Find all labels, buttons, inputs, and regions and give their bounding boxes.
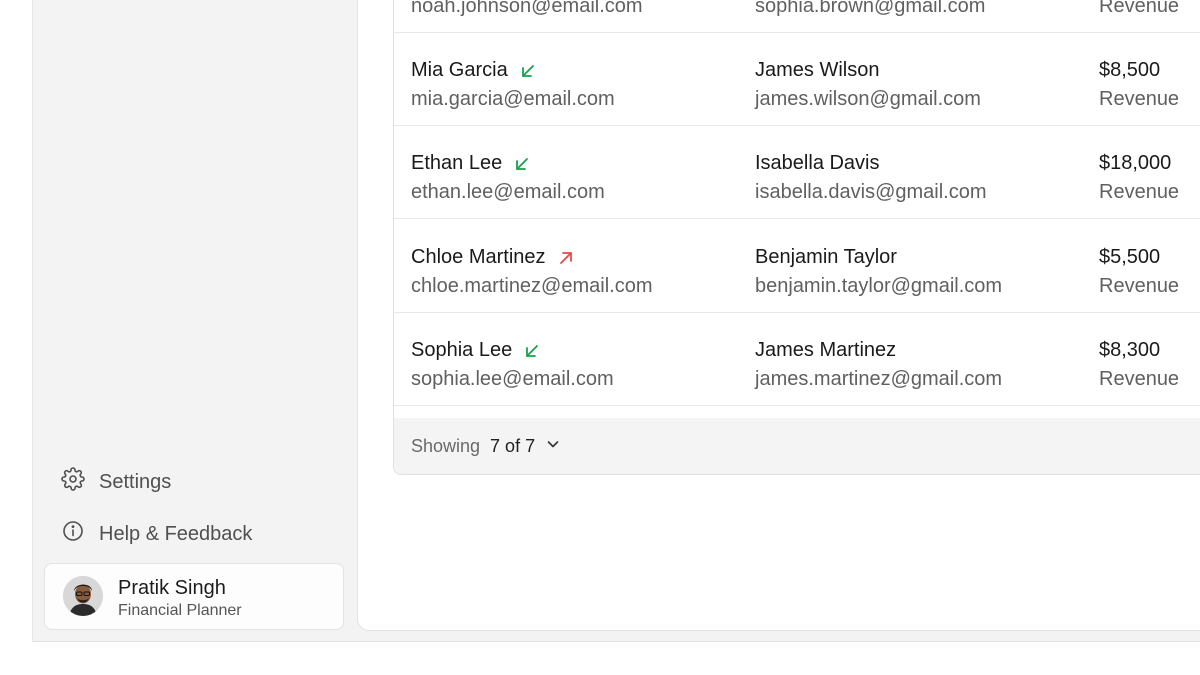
amount-value: $5,500 — [1099, 246, 1161, 268]
client-name-wrap: Mia Garcia — [411, 59, 537, 82]
client-email: mia.garcia@email.com — [411, 88, 615, 110]
contact-email: benjamin.taylor@gmail.com — [755, 275, 1003, 297]
client-name: Chloe Martinez — [411, 246, 546, 268]
table-footer: Showing 7 of 7 — [394, 418, 1200, 474]
amount-label: Revenue — [1099, 275, 1180, 297]
table-row[interactable]: Ethan Lee ethan.lee@email.com Isabella D… — [394, 125, 1200, 219]
sidebar: Settings Help & Feedback Pratik Singh Fi… — [33, 0, 357, 642]
gear-icon — [61, 467, 85, 497]
client-name-wrap: Ethan Lee — [411, 152, 531, 175]
app-window: Settings Help & Feedback Pratik Singh Fi… — [32, 0, 1200, 642]
client-email: noah.johnson@email.com — [411, 0, 643, 17]
amount-label: Revenue — [1099, 181, 1180, 203]
avatar — [63, 576, 103, 616]
contact-email: james.martinez@gmail.com — [755, 368, 1003, 390]
contact-name: Isabella Davis — [755, 152, 880, 174]
client-name-wrap: Sophia Lee — [411, 339, 541, 362]
arrow-down-left-icon — [523, 342, 541, 360]
arrow-down-left-icon — [513, 155, 531, 173]
contact-name: James Martinez — [755, 339, 897, 361]
client-name: Sophia Lee — [411, 339, 513, 361]
amount-value: $18,000 — [1099, 152, 1172, 174]
info-icon — [61, 519, 85, 549]
client-email: chloe.martinez@email.com — [411, 275, 653, 297]
contact-email: isabella.davis@gmail.com — [755, 181, 987, 203]
main-content: noah.johnson@email.com sophia.brown@gmai… — [357, 0, 1200, 631]
contact-name: James Wilson — [755, 59, 880, 81]
client-email: ethan.lee@email.com — [411, 181, 605, 203]
client-name: Ethan Lee — [411, 152, 503, 174]
profile-role: Financial Planner — [118, 602, 242, 619]
table-row[interactable]: Sophia Lee sophia.lee@email.com James Ma… — [394, 312, 1200, 406]
sidebar-item-settings[interactable]: Settings — [61, 466, 171, 498]
amount-label: Revenue — [1099, 88, 1180, 110]
arrow-up-right-icon — [557, 249, 575, 267]
table-row[interactable]: noah.johnson@email.com sophia.brown@gmai… — [394, 0, 1200, 33]
chevron-down-icon[interactable] — [535, 436, 561, 457]
sidebar-item-label: Settings — [99, 470, 172, 493]
showing-label: Showing — [411, 435, 481, 456]
amount-value: $8,500 — [1099, 59, 1161, 81]
table-row[interactable]: Mia Garcia mia.garcia@email.com James Wi… — [394, 32, 1200, 126]
sidebar-item-help[interactable]: Help & Feedback — [61, 518, 252, 550]
table-row[interactable]: Chloe Martinez chloe.martinez@email.com … — [394, 219, 1200, 313]
client-name: Mia Garcia — [411, 59, 508, 81]
client-email: sophia.lee@email.com — [411, 368, 614, 390]
profile-name: Pratik Singh — [118, 577, 226, 599]
client-name-wrap: Chloe Martinez — [411, 246, 575, 269]
contact-name: Benjamin Taylor — [755, 246, 897, 268]
amount-value: $8,300 — [1099, 339, 1161, 361]
arrow-down-left-icon — [519, 62, 537, 80]
data-table: noah.johnson@email.com sophia.brown@gmai… — [393, 0, 1200, 475]
contact-email: sophia.brown@gmail.com — [755, 0, 986, 17]
contact-email: james.wilson@gmail.com — [755, 88, 981, 110]
amount-label: Revenue — [1099, 0, 1180, 17]
sidebar-item-label: Help & Feedback — [99, 522, 253, 545]
amount-label: Revenue — [1099, 368, 1180, 390]
rows-per-page-select[interactable]: 7 of 7 — [490, 436, 535, 457]
user-profile-card[interactable]: Pratik Singh Financial Planner — [44, 563, 344, 630]
